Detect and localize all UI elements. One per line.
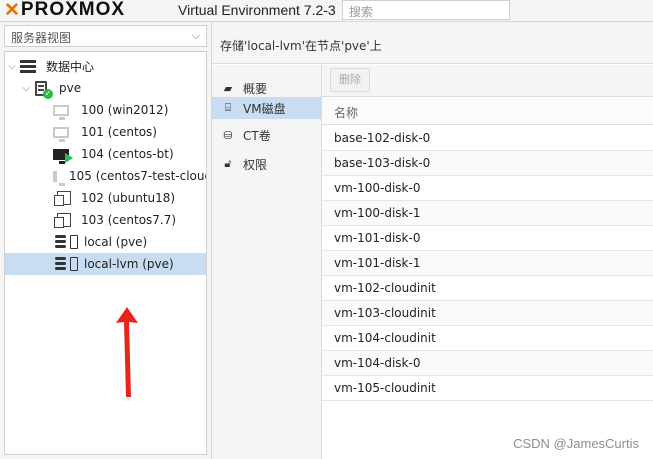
nav-ct-volumes[interactable]: ⛁ CT卷 [212,124,321,146]
main-panel: 存储'local-lvm'在节点'pve'上 ▰ 概要 ⌸ VM磁盘 ⛁ CT卷… [211,22,653,459]
watermark: CSDN @JamesCurtis [513,436,639,451]
table-row[interactable]: vm-101-disk-0 [322,226,653,251]
search-input[interactable]: 搜索 [342,0,510,20]
expand-icon[interactable]: ⌵ [21,83,31,94]
nav-label: 权限 [243,157,268,172]
vm-icon [53,104,69,120]
unlock-icon: 🔓︎ [224,157,232,170]
resource-tree-panel: 服务器视图 ⌵ ⌵ 数据中心 ⌵ ✓ pve 100 (win2012) 101… [0,22,211,459]
column-header-name[interactable]: 名称 [322,98,653,125]
nav-label: VM磁盘 [243,101,286,116]
table-row[interactable]: base-102-disk-0 [322,126,653,151]
delete-button[interactable]: 删除 [330,68,370,92]
table-row[interactable]: base-103-disk-0 [322,151,653,176]
database-icon [55,235,66,249]
template-icon [54,191,71,206]
tree-node-pve[interactable]: ⌵ ✓ pve [5,77,206,99]
tree-node-label: 数据中心 [46,59,95,74]
tree-node-vm-100[interactable]: 100 (win2012) [5,99,206,121]
tree-node-label: 101 (centos) [81,125,157,139]
vm-icon [53,126,69,142]
table-row[interactable]: vm-105-cloudinit [322,376,653,401]
tree-node-vm-105[interactable]: 105 (centos7-test-cloud [5,165,206,187]
resource-tree: ⌵ 数据中心 ⌵ ✓ pve 100 (win2012) 101 (centos… [4,51,207,455]
tree-node-vm-101[interactable]: 101 (centos) [5,121,206,143]
proxmox-x-icon: ✕ [4,0,21,21]
online-check-icon: ✓ [43,88,53,99]
nav-label: 概要 [243,81,268,96]
disk-table-body: base-102-disk-0 base-103-disk-0 vm-100-d… [322,126,653,401]
table-row[interactable]: vm-100-disk-0 [322,176,653,201]
tree-node-template-102[interactable]: 102 (ubuntu18) [5,187,206,209]
nav-summary[interactable]: ▰ 概要 [212,77,321,99]
table-row[interactable]: vm-104-disk-0 [322,351,653,376]
tree-node-label: local (pve) [84,235,148,249]
red-arrow-annotation [116,307,138,397]
tree-node-label: 104 (centos-bt) [81,147,174,161]
nav-vm-disks[interactable]: ⌸ VM磁盘 [212,97,321,119]
expand-icon[interactable]: ⌵ [7,61,17,72]
tree-node-vm-104[interactable]: 104 (centos-bt) [5,143,206,165]
panel-title: 存储'local-lvm'在节点'pve'上 [212,22,653,64]
ct-icon: ⛁ [223,128,233,142]
table-row[interactable]: vm-103-cloudinit [322,301,653,326]
logo-text: PROXMOX [20,0,126,20]
tree-node-label: 103 (centos7.7) [81,213,177,227]
proxmox-logo: ✕ PROXMOX [4,0,126,21]
table-row[interactable]: vm-100-disk-1 [322,201,653,226]
hdd-icon: ⌸ [224,101,232,114]
vm-icon [53,170,65,186]
table-row[interactable]: vm-104-cloudinit [322,326,653,351]
vm-running-icon [53,148,73,164]
running-play-icon [65,152,73,163]
node-icon: ✓ [35,80,53,99]
template-icon [54,213,71,228]
book-icon: ▰ [223,81,233,95]
tree-node-template-103[interactable]: 103 (centos7.7) [5,209,206,231]
vm-disk-list: 删除 名称 base-102-disk-0 base-103-disk-0 vm… [322,65,653,459]
storage-icon [70,257,78,271]
nav-permissions[interactable]: 🔓︎ 权限 [212,153,321,175]
version-label: Virtual Environment 7.2-3 [178,2,336,18]
tree-node-datacenter[interactable]: ⌵ 数据中心 [5,55,206,77]
table-row[interactable]: vm-102-cloudinit [322,276,653,301]
tree-node-storage-local-lvm[interactable]: local-lvm (pve) [5,253,206,275]
storage-icon [70,235,78,249]
tree-node-label: 105 (centos7-test-cloud [69,169,207,183]
tree-node-label: local-lvm (pve) [84,257,174,271]
tree-node-storage-local[interactable]: local (pve) [5,231,206,253]
chevron-down-icon: ⌵ [191,29,200,42]
view-select-value: 服务器视图 [11,31,72,45]
view-select[interactable]: 服务器视图 ⌵ [4,25,207,47]
database-icon [55,257,66,271]
datacenter-icon [20,59,36,73]
tree-node-label: 102 (ubuntu18) [81,191,176,205]
table-row[interactable]: vm-101-disk-1 [322,251,653,276]
storage-subnav: ▰ 概要 ⌸ VM磁盘 ⛁ CT卷 🔓︎ 权限 [212,65,322,459]
toolbar: 删除 [322,65,653,97]
tree-node-label: 100 (win2012) [81,103,169,117]
nav-label: CT卷 [243,128,271,143]
tree-node-label: pve [59,81,82,95]
top-bar: ✕ PROXMOX Virtual Environment 7.2-3 搜索 [0,0,653,22]
